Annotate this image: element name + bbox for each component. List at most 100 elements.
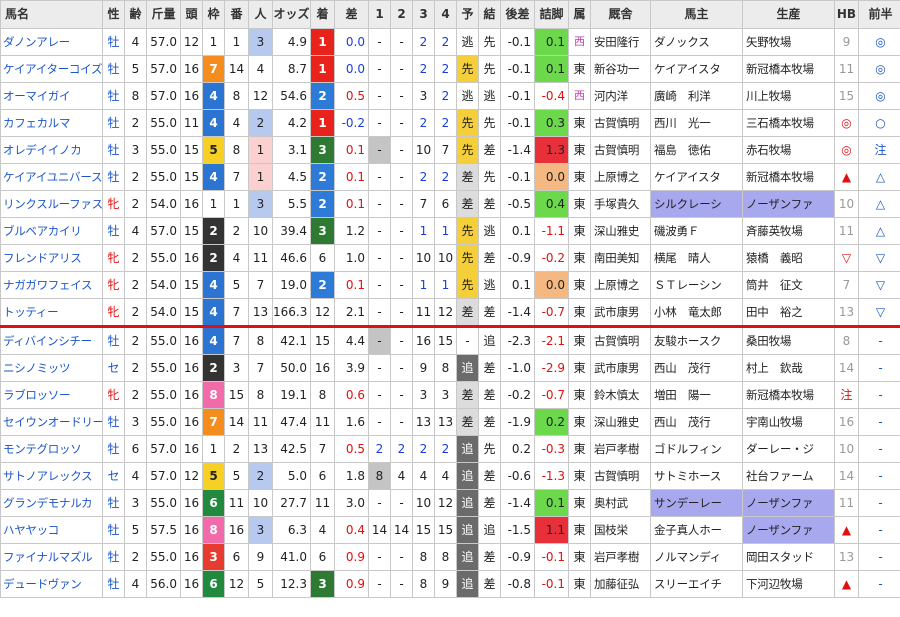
table-row[interactable]: ダノンアレー牡 4 57.0 12 1 1 3 4.9 1 0.0- -2 2 逃先 -0.1 0.1 西安田… xyxy=(0,28,900,56)
table-row[interactable]: ナガガワフェイス牝 2 54.0 15 4 5 7 19.0 2 0.1- -1 1 先逃 0.1 0.0 東… xyxy=(0,271,900,299)
table-row[interactable]: ニシノミッツセ 2 55.0 16 2 3 7 50.0 16 3.9- -9 8 追差 -1.0 -2.9… xyxy=(0,354,900,382)
table-row[interactable]: グランデモナルカ牡 3 55.0 16 6 11 10 27.7 11 3.0- -10 12 追差 -1… xyxy=(0,489,900,517)
field-size-cell: 15 xyxy=(180,271,203,299)
result-style-cell: 先 xyxy=(478,109,501,137)
horse-name-link[interactable]: セイウンオードリー xyxy=(0,408,103,436)
table-row[interactable]: ディバインシチー牡 2 55.0 16 4 7 8 42.1 15 4.4- -16 15- 追 -2.3… xyxy=(0,326,900,355)
horse-name-link[interactable]: ファイナルマズル xyxy=(0,543,103,571)
table-row[interactable]: ハヤヤッコ牡 5 57.5 16 8 16 3 6.3 4 0.4 14 14 15 15 追追 -1.5 1.… xyxy=(0,516,900,544)
owner-cell: ゴドルフィン xyxy=(650,435,743,463)
column-header[interactable]: 1 xyxy=(368,0,391,29)
prediction-cell: 先 xyxy=(456,55,479,83)
horse-name-link[interactable]: フレンドアリス xyxy=(0,244,103,272)
column-header[interactable]: オッズ xyxy=(272,0,311,29)
table-row[interactable]: トッティー牝 2 54.0 15 4 7 13 166.3 12 2.1- -11 12 差差 -1.4-… xyxy=(0,298,900,328)
column-header[interactable]: 厩舎 xyxy=(590,0,651,29)
column-header[interactable]: 詰脚 xyxy=(534,0,569,29)
horse-name-link[interactable]: ニシノミッツ xyxy=(0,354,103,382)
late-margin-cell: -0.1 xyxy=(500,28,535,56)
corner-cell: - xyxy=(368,354,391,382)
table-row[interactable]: カフェカルマ牡 2 55.0 11 4 4 2 4.2 1 -0.2- -2 2 先先 -0.1 0.3 東古… xyxy=(0,109,900,137)
horse-name-link[interactable]: オーマイガイ xyxy=(0,82,103,110)
horse-name-link[interactable]: オレデイイノカ xyxy=(0,136,103,164)
affiliation-cell: 東 xyxy=(568,435,591,463)
column-header[interactable]: 頭 xyxy=(180,0,203,29)
result-style-cell: 差 xyxy=(478,462,501,490)
popularity-cell: 2 xyxy=(248,109,273,137)
column-header[interactable]: 生産 xyxy=(742,0,835,29)
column-header[interactable]: 差 xyxy=(334,0,369,29)
corner-cell: 2 xyxy=(434,435,457,463)
horse-name-link[interactable]: ディバインシチー xyxy=(0,326,103,355)
popularity-cell: 1 xyxy=(248,163,273,191)
column-header[interactable]: 馬主 xyxy=(650,0,743,29)
column-header[interactable]: 番 xyxy=(224,0,249,29)
hb-cell: 13 xyxy=(834,298,859,328)
table-row[interactable]: ファイナルマズル牡 2 55.0 16 3 6 9 41.0 6 0.9- -8 8 追差 -0.9 -0.… xyxy=(0,543,900,571)
column-header[interactable]: 枠 xyxy=(202,0,225,29)
waku-cell: 6 xyxy=(202,489,225,517)
horse-name-link[interactable]: グランデモナルカ xyxy=(0,489,103,517)
finish-cell: 8 xyxy=(310,381,335,409)
horse-name-link[interactable]: ケイアイターコイズ xyxy=(0,55,103,83)
column-header[interactable]: 結 xyxy=(478,0,501,29)
weight-cell: 54.0 xyxy=(146,298,181,328)
horse-name-link[interactable]: ラブロッソー xyxy=(0,381,103,409)
table-row[interactable]: リンクスルーファス牝 2 54.0 16 1 1 3 5.5 2 0.1- -7 6 差差 -0.5 0.4… xyxy=(0,190,900,218)
table-row[interactable]: デュードヴァン牡 4 56.0 16 6 12 5 12.3 3 0.9- -8 9 追差 -0.8 -0.… xyxy=(0,570,900,598)
sex-cell: 牡 xyxy=(102,82,125,110)
weight-cell: 55.0 xyxy=(146,244,181,272)
horse-name-link[interactable]: デュードヴァン xyxy=(0,570,103,598)
horse-name-link[interactable]: カフェカルマ xyxy=(0,109,103,137)
column-header[interactable]: HB xyxy=(834,0,859,29)
closing-cell: 0.1 xyxy=(534,55,569,83)
column-header[interactable]: 2 xyxy=(390,0,413,29)
table-row[interactable]: ラブロッソー牝 2 55.0 16 8 15 8 19.1 8 0.6- -3 3 差差 -0.2 -0.7… xyxy=(0,381,900,409)
column-header[interactable]: 4 xyxy=(434,0,457,29)
horse-name-link[interactable]: ダノンアレー xyxy=(0,28,103,56)
column-header[interactable]: 着 xyxy=(310,0,335,29)
column-header[interactable]: 後差 xyxy=(500,0,535,29)
column-header[interactable]: 人 xyxy=(248,0,273,29)
column-header[interactable]: 性 xyxy=(102,0,125,29)
column-header[interactable]: 馬名 xyxy=(0,0,103,29)
finish-cell: 2 xyxy=(310,271,335,299)
table-row[interactable]: モンテグロッソ牡 6 57.0 16 1 2 13 42.5 7 0.5 2 2 2 2 追先 0.2 -0.3… xyxy=(0,435,900,463)
horse-name-link[interactable]: サトノアレックス xyxy=(0,462,103,490)
horse-name-link[interactable]: ケイアイユニバース xyxy=(0,163,103,191)
table-row[interactable]: ケイアイターコイズ牡 5 57.0 16 7 14 4 8.7 1 0.0- -2 2 先先 -0.1 0.… xyxy=(0,55,900,83)
horse-name-link[interactable]: ナガガワフェイス xyxy=(0,271,103,299)
table-row[interactable]: ブルベアカイリ牡 4 57.0 15 2 2 10 39.4 3 1.2- -1 1 先逃 0.1 -1.1… xyxy=(0,217,900,245)
table-row[interactable]: ケイアイユニバース牡 2 55.0 15 4 7 1 4.5 2 0.1- -2 2 差先 -0.1 0.0… xyxy=(0,163,900,191)
trainer-cell: 鈴木慎太 xyxy=(590,381,651,409)
column-header[interactable]: 斤量 xyxy=(146,0,181,29)
table-row[interactable]: セイウンオードリー牡 3 55.0 16 7 14 11 47.4 11 1.6- -13 13 差差 -… xyxy=(0,408,900,436)
first-half-cell: - xyxy=(858,408,900,436)
column-header[interactable]: 予 xyxy=(456,0,479,29)
column-header[interactable]: 3 xyxy=(412,0,435,29)
waku-cell: 4 xyxy=(202,109,225,137)
table-row[interactable]: フレンドアリス牝 2 55.0 16 2 4 11 46.6 6 1.0- -10 10 先差 -0.9-… xyxy=(0,244,900,272)
column-header[interactable]: 前半 xyxy=(858,0,900,29)
corner-cell: 3 xyxy=(412,82,435,110)
table-row[interactable]: サトノアレックスセ 4 57.0 12 5 5 2 5.0 6 1.8 8 4 4 4 追差 -0.6 -1.3… xyxy=(0,462,900,490)
affiliation-cell: 東 xyxy=(568,516,591,544)
table-row[interactable]: オーマイガイ牡 8 57.0 16 4 8 12 54.6 2 0.5- -3 2 逃逃 -0.1 -0.4… xyxy=(0,82,900,110)
weight-cell: 55.0 xyxy=(146,163,181,191)
closing-cell: -1.1 xyxy=(534,217,569,245)
margin-cell: 3.0 xyxy=(334,489,369,517)
table-row[interactable]: オレデイイノカ牡 3 55.0 15 5 8 1 3.1 3 0.1- -10 7 先差 -1.4 1.3 東… xyxy=(0,136,900,164)
odds-cell: 41.0 xyxy=(272,543,311,571)
horse-name-link[interactable]: トッティー xyxy=(0,298,103,328)
column-header[interactable]: 属 xyxy=(568,0,591,29)
sex-cell: セ xyxy=(102,354,125,382)
age-cell: 4 xyxy=(124,462,147,490)
horse-name-link[interactable]: ハヤヤッコ xyxy=(0,516,103,544)
horse-name-link[interactable]: ブルベアカイリ xyxy=(0,217,103,245)
horse-name-link[interactable]: リンクスルーファス xyxy=(0,190,103,218)
corner-cell: - xyxy=(390,163,413,191)
column-header[interactable]: 齢 xyxy=(124,0,147,29)
prediction-cell: 先 xyxy=(456,217,479,245)
horse-name-link[interactable]: モンテグロッソ xyxy=(0,435,103,463)
waku-cell: 4 xyxy=(202,82,225,110)
